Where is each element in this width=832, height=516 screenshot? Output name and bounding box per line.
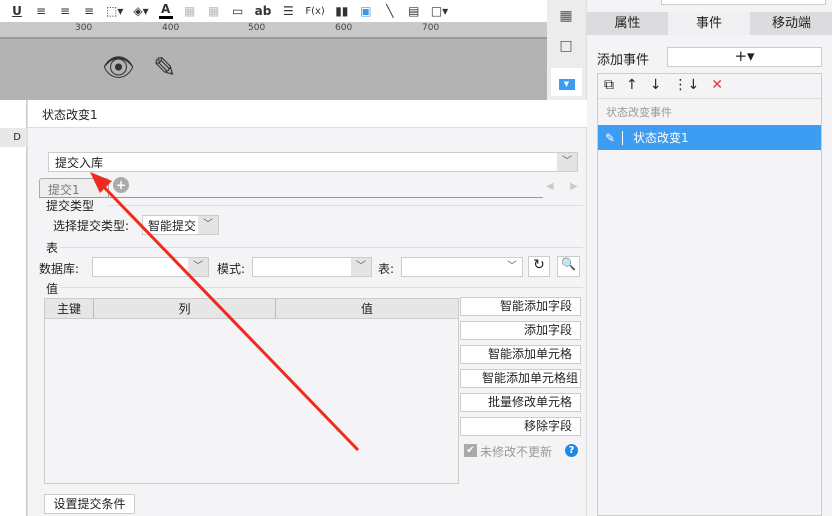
dialog-title: 状态改变1 <box>28 100 587 128</box>
widget-sidebar: ▦ □ ▼ <box>547 0 586 100</box>
no-update-label: 未修改不更新 <box>480 445 553 459</box>
align-left-icon[interactable]: ≡ <box>34 4 48 18</box>
underline-icon[interactable]: U <box>10 4 24 18</box>
column-header: 主键 <box>45 299 94 318</box>
ruler-tick: 300 <box>75 23 93 33</box>
ruler-tick: 700 <box>422 23 440 33</box>
dropdown-widget-icon[interactable]: ▼ <box>551 68 582 96</box>
copy-icon[interactable]: ⧉ <box>604 77 614 95</box>
preview-button[interactable]: 🔍 <box>557 256 580 277</box>
move-bottom-icon[interactable]: ⋮↓ <box>673 77 699 95</box>
column-header: 列 <box>94 299 276 318</box>
smart-add-cell-group-button[interactable]: 智能添加单元格组 <box>460 369 581 388</box>
table-label: 表: <box>378 262 395 276</box>
chevron-down-icon[interactable]: ﹀ <box>502 258 522 276</box>
edit-icon[interactable]: ✎ <box>598 130 623 145</box>
ruler-tick: 600 <box>335 23 353 33</box>
event-toolbar: ⧉ ↑ ↓ ⋮↓ ✕ <box>598 74 821 99</box>
section-value: 值 <box>46 282 59 296</box>
fill-color-icon[interactable]: ◈▾ <box>133 4 148 18</box>
pencil-icon[interactable]: ✎ <box>153 51 176 84</box>
chevron-down-icon[interactable]: ﹀ <box>351 258 371 276</box>
database-label: 数据库: <box>39 262 80 276</box>
right-panel: 属性 事件 移动端 添加事件 +▾ ⧉ ↑ ↓ ⋮↓ ✕ 状态改变事件 ✎ 状态… <box>586 0 832 516</box>
ruler-tick: 500 <box>248 23 266 33</box>
smart-add-cell-button[interactable]: 智能添加单元格 <box>460 345 581 364</box>
top-input[interactable] <box>661 0 826 5</box>
submit-type-label: 选择提交类型: <box>53 219 130 233</box>
action-select-value: 提交入库 <box>55 156 104 170</box>
frame-icon[interactable]: □▾ <box>431 4 448 18</box>
widget-info-icon[interactable]: ▦ <box>555 8 577 30</box>
chart-icon[interactable]: ▮▮ <box>335 4 349 18</box>
submit-type-select[interactable]: 智能提交 ﹀ <box>142 215 219 235</box>
section-submit-type: 提交类型 <box>46 199 95 213</box>
font-color-icon[interactable]: A <box>158 3 173 19</box>
add-tab-icon[interactable]: + <box>113 177 129 193</box>
schema-label: 模式: <box>217 262 246 276</box>
database-select[interactable]: ﹀ <box>92 257 209 277</box>
textbox-icon[interactable]: ▭ <box>231 4 245 18</box>
field-table: 主键 列 值 <box>44 298 459 484</box>
tab-submit-1[interactable]: 提交1 <box>39 178 109 197</box>
image-icon[interactable]: ▣ <box>359 4 373 18</box>
spreadsheet-strip: D <box>0 100 27 516</box>
formula-icon[interactable]: F(x) <box>305 6 324 17</box>
tab-properties[interactable]: 属性 <box>587 12 668 35</box>
event-dialog: 状态改变1 提交入库 ﹀ 提交1 + ◀ ▶ 提交类型 选择提交类型: 智能提交 ﹀… <box>27 100 587 516</box>
section-table: 表 <box>46 241 59 255</box>
add-event-label: 添加事件 <box>597 53 650 68</box>
event-item[interactable]: ✎ 状态改变1 <box>598 125 821 150</box>
schema-select[interactable]: ﹀ <box>252 257 372 277</box>
help-icon[interactable]: ? <box>565 444 578 457</box>
arrow-up-icon[interactable]: ↑ <box>626 77 638 95</box>
batch-edit-cell-button[interactable]: 批量修改单元格 <box>460 393 581 412</box>
smart-add-field-button[interactable]: 智能添加字段 <box>460 297 581 316</box>
refresh-icon: ↻ <box>533 257 545 273</box>
event-item-label: 状态改变1 <box>633 131 689 145</box>
list-icon[interactable]: ☰ <box>281 4 295 18</box>
text-ab-icon[interactable]: ab <box>255 4 272 18</box>
chevron-down-icon[interactable]: ﹀ <box>557 153 577 171</box>
chevron-down-icon[interactable]: ﹀ <box>188 258 208 276</box>
arrow-down-icon[interactable]: ↓ <box>650 77 662 95</box>
line-icon[interactable]: ╲ <box>383 4 397 18</box>
delete-icon[interactable]: ✕ <box>711 77 723 95</box>
add-field-button[interactable]: 添加字段 <box>460 321 581 340</box>
merge-icon[interactable]: ▦ <box>183 4 197 18</box>
submit-type-value: 智能提交 <box>148 219 197 233</box>
table-header: 主键 列 值 <box>45 299 458 319</box>
set-condition-button[interactable]: 设置提交条件 <box>44 494 135 514</box>
align-right-icon[interactable]: ≡ <box>82 4 96 18</box>
design-canvas[interactable]: 👁 ✎ <box>0 39 547 101</box>
form-icon[interactable]: ▤ <box>407 4 421 18</box>
preview-icon: 🔍 <box>561 257 576 271</box>
border-icon[interactable]: ⬚▾ <box>106 4 123 18</box>
tab-mobile[interactable]: 移动端 <box>750 12 832 35</box>
event-group-label: 状态改变事件 <box>606 106 672 119</box>
grid-icon[interactable]: ▦ <box>207 4 221 18</box>
scroll-left-icon[interactable]: ◀ <box>546 181 554 192</box>
no-update-checkbox[interactable]: ✔ <box>464 444 477 457</box>
frame-widget-icon[interactable]: □ <box>555 38 577 60</box>
table-select[interactable]: ﹀ <box>401 257 523 277</box>
column-header: 值 <box>360 302 373 316</box>
event-list: ⧉ ↑ ↓ ⋮↓ ✕ 状态改变事件 ✎ 状态改变1 <box>597 73 822 516</box>
hidden-eye-icon[interactable]: 👁 <box>102 53 135 83</box>
format-toolbar: U ≡ ≡ ≡ ⬚▾ ◈▾ A ▦ ▦ ▭ ab ☰ F(x) ▮▮ ▣ ╲ ▤… <box>0 0 547 22</box>
ruler: 300 400 500 600 700 <box>0 22 547 39</box>
remove-field-button[interactable]: 移除字段 <box>460 417 581 436</box>
add-event-button[interactable]: +▾ <box>667 47 822 67</box>
column-header: D <box>0 128 27 147</box>
action-select[interactable]: 提交入库 ﹀ <box>48 152 578 172</box>
align-center-icon[interactable]: ≡ <box>58 4 72 18</box>
tab-events[interactable]: 事件 <box>668 12 750 35</box>
scroll-right-icon[interactable]: ▶ <box>570 181 578 192</box>
ruler-tick: 400 <box>162 23 180 33</box>
chevron-down-icon[interactable]: ﹀ <box>198 216 218 234</box>
refresh-button[interactable]: ↻ <box>528 256 550 277</box>
